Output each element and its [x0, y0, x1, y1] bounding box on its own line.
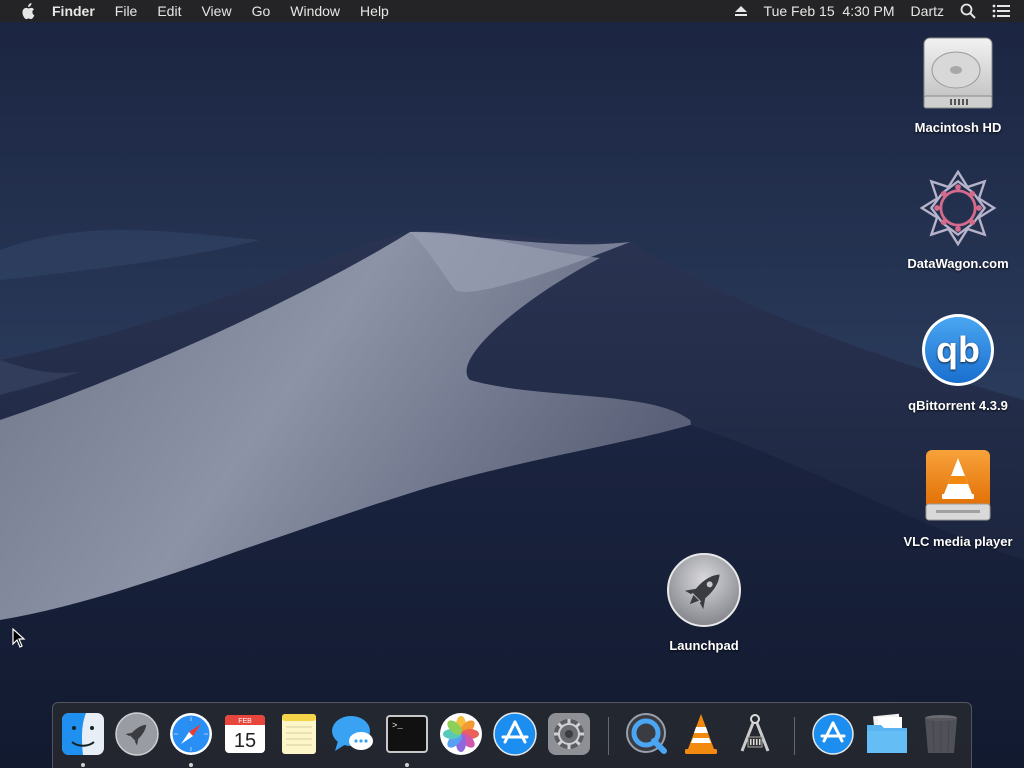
dock-separator	[794, 717, 795, 755]
search-icon[interactable]	[952, 3, 984, 19]
menu-go[interactable]: Go	[242, 0, 281, 22]
desktop-icon-label: VLC media player	[903, 534, 1013, 549]
apple-icon[interactable]	[12, 2, 42, 20]
menubar-clock[interactable]: Tue Feb 15 4:30 PM	[756, 0, 903, 22]
desktop-icon-macintosh-hd[interactable]: Macintosh HD	[898, 32, 1018, 135]
safari-icon	[170, 713, 212, 755]
desktop-icon-label: qBittorrent 4.3.9	[908, 398, 1008, 413]
menu-help[interactable]: Help	[350, 0, 399, 22]
desktop-icon-vlc[interactable]: VLC media player	[898, 446, 1018, 549]
trash-icon	[925, 715, 957, 753]
desktop-wallpaper	[0, 0, 1024, 768]
vlc-disk-icon	[918, 446, 998, 526]
desktop-icon-datawagon[interactable]: DataWagon.com	[898, 168, 1018, 271]
menu-window[interactable]: Window	[280, 0, 350, 22]
terminal-icon: >_	[386, 715, 428, 753]
dock-trash[interactable]	[918, 711, 964, 757]
menu-file[interactable]: File	[105, 0, 148, 22]
launchpad-icon	[115, 712, 159, 756]
dock-vlc[interactable]	[678, 711, 724, 757]
running-indicator	[189, 763, 193, 767]
calendar-month: FEB	[238, 718, 252, 725]
dock-system-preferences[interactable]	[546, 711, 592, 757]
app-store-icon	[493, 712, 537, 756]
applications-folder-icon	[812, 713, 854, 755]
menu-edit[interactable]: Edit	[147, 0, 191, 22]
dock-safari[interactable]	[168, 711, 214, 767]
system-preferences-icon	[548, 713, 590, 755]
menu-bar: Finder File Edit View Go Window Help Tue…	[0, 0, 1024, 22]
dock-launchpad[interactable]	[114, 711, 160, 757]
messages-icon	[332, 716, 373, 751]
menu-app-name[interactable]: Finder	[42, 0, 105, 22]
mouse-cursor-icon	[12, 628, 26, 648]
dock-applications-folder[interactable]	[810, 711, 856, 757]
vlc-icon	[685, 714, 717, 754]
documents-folder-icon	[867, 713, 907, 753]
dock-terminal[interactable]: >_	[384, 711, 430, 767]
desktop-icon-label: Macintosh HD	[914, 120, 1002, 135]
launchpad-icon	[664, 550, 744, 630]
running-indicator	[81, 763, 85, 767]
user-menu[interactable]: Dartz	[903, 0, 952, 22]
notes-icon	[282, 714, 316, 754]
desktop-icon-label: Launchpad	[669, 638, 739, 653]
dock-documents-folder[interactable]	[864, 711, 910, 757]
menu-list-icon[interactable]	[984, 4, 1024, 18]
quicktime-icon	[626, 713, 667, 754]
dock-finder[interactable]	[60, 711, 106, 767]
running-indicator	[405, 763, 409, 767]
desktop-icon-launchpad[interactable]: Launchpad	[644, 550, 764, 653]
finder-icon	[62, 713, 104, 755]
hard-drive-icon	[918, 32, 998, 112]
dock-photos[interactable]	[438, 711, 484, 757]
datawagon-icon	[918, 168, 998, 248]
desktop-icon-label: DataWagon.com	[907, 256, 1009, 271]
calendar-icon: FEB 15	[225, 715, 265, 753]
terminal-prompt: >_	[392, 721, 403, 731]
qb-logo-text: qb	[936, 329, 980, 370]
photos-icon	[440, 713, 482, 755]
dock-app-store[interactable]	[492, 711, 538, 757]
dock-instruments[interactable]	[732, 711, 778, 757]
dock-messages[interactable]	[330, 711, 376, 757]
dock-notes[interactable]	[276, 711, 322, 757]
dock: FEB 15 >_	[52, 702, 972, 768]
qbittorrent-icon: qb	[918, 310, 998, 390]
dock-separator	[608, 717, 609, 755]
calendar-day: 15	[234, 730, 256, 752]
menu-view[interactable]: View	[191, 0, 241, 22]
dock-calendar[interactable]: FEB 15	[222, 711, 268, 757]
eject-icon[interactable]	[726, 5, 756, 17]
dock-quicktime[interactable]	[624, 711, 670, 757]
desktop-icon-qbittorrent[interactable]: qb qBittorrent 4.3.9	[898, 310, 1018, 413]
instruments-icon	[740, 714, 770, 752]
